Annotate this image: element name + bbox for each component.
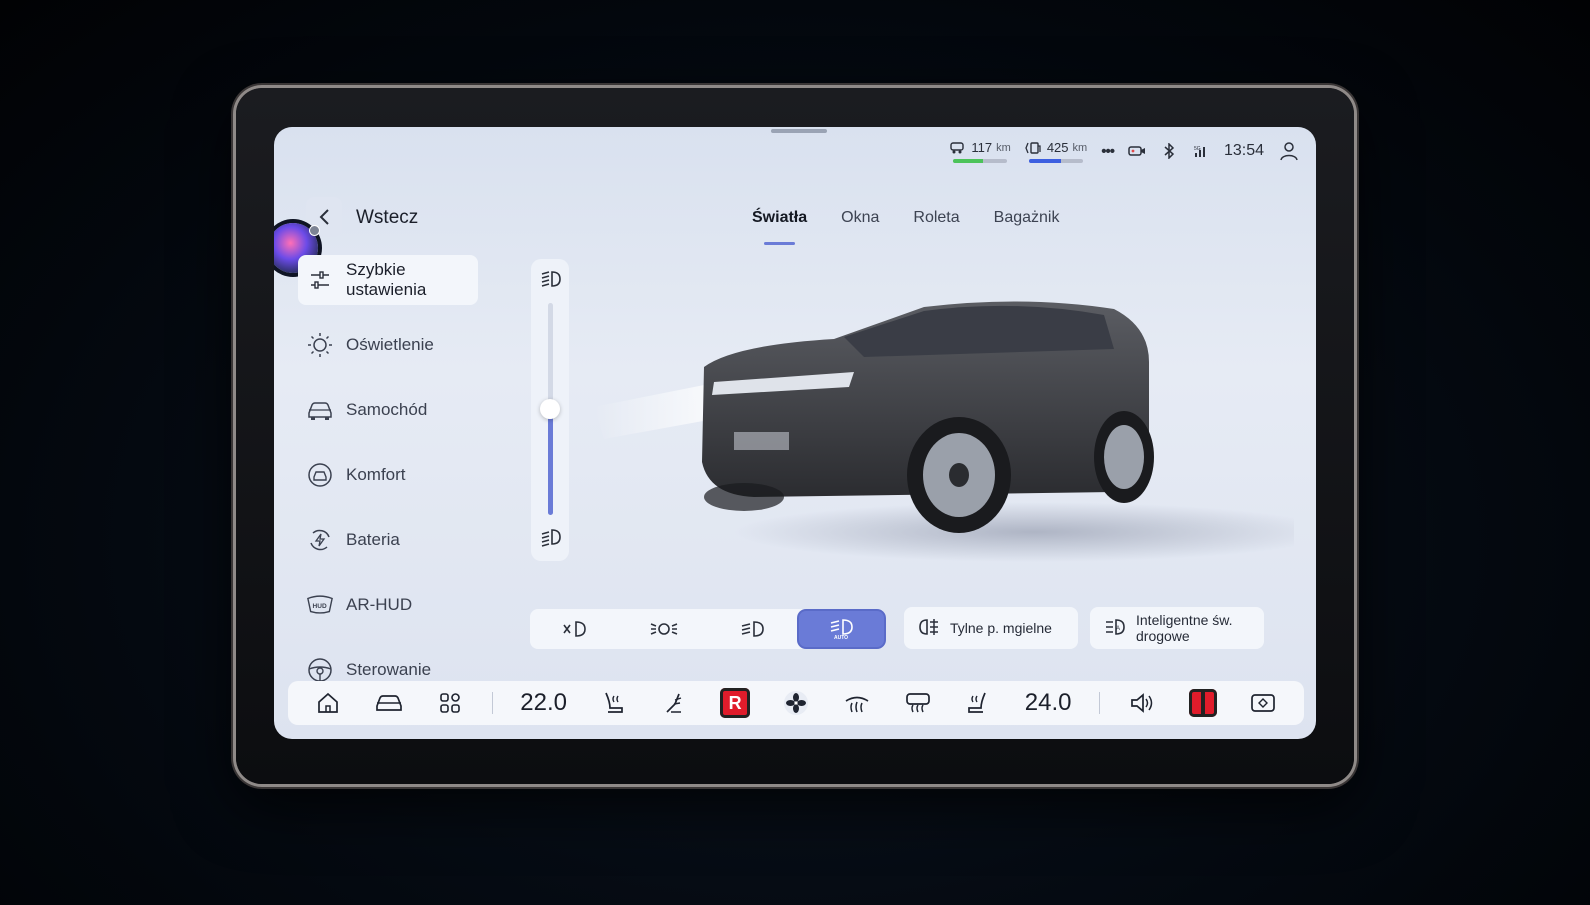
tab-lights[interactable]: Światła bbox=[752, 209, 807, 245]
passenger-temperature[interactable]: 24.0 bbox=[1020, 689, 1076, 717]
user-profile-icon[interactable] bbox=[1278, 140, 1300, 162]
seat-heat-left-icon[interactable] bbox=[594, 684, 632, 722]
bluetooth-icon[interactable] bbox=[1160, 143, 1178, 159]
light-mode-selector: AUTO bbox=[530, 609, 886, 649]
apps-grid-icon[interactable] bbox=[431, 684, 469, 722]
seat-heat-right-icon[interactable] bbox=[959, 684, 997, 722]
range1-value: 117 bbox=[971, 140, 993, 155]
hud-icon: HUD bbox=[306, 591, 334, 619]
home-icon[interactable] bbox=[309, 684, 347, 722]
rear-fog-label: Tylne p. mgielne bbox=[950, 620, 1052, 636]
sidebar-item-label: Samochód bbox=[346, 400, 428, 419]
dock-divider bbox=[491, 692, 493, 714]
position-lights-icon bbox=[650, 623, 677, 635]
battery-charge-icon bbox=[306, 526, 334, 554]
r-app-icon[interactable]: R bbox=[716, 684, 754, 722]
r-app-badge: R bbox=[720, 688, 751, 718]
sliders-icon bbox=[306, 266, 334, 294]
auto-lights-icon: AUTO bbox=[830, 619, 853, 640]
low-beam-button[interactable] bbox=[710, 611, 795, 647]
settings-sidebar: Szybkie ustawienia Oświetlenie Samochód K… bbox=[298, 255, 478, 710]
steering-wheel-icon bbox=[306, 656, 334, 684]
sidebar-item-label: Oświetlenie bbox=[346, 335, 434, 354]
car-icon bbox=[306, 396, 334, 424]
sidebar-item-label: AR-HUD bbox=[346, 595, 413, 614]
slider-fill bbox=[548, 409, 553, 515]
auto-lights-button[interactable]: AUTO bbox=[799, 611, 884, 647]
clock: 13:54 bbox=[1223, 142, 1264, 159]
range1-bar bbox=[953, 158, 983, 163]
rear-fog-toggle[interactable]: Tylne p. mgielne bbox=[904, 607, 1078, 649]
sidebar-item-ar-hud[interactable]: HUD AR-HUD bbox=[298, 580, 478, 630]
camera-view-icon[interactable] bbox=[1244, 684, 1282, 722]
status-bar: 117 km 425 km ••• 5G 13:54 bbox=[949, 137, 1300, 165]
range1-unit: km bbox=[996, 141, 1011, 154]
driver-temperature[interactable]: 22.0 bbox=[516, 689, 572, 717]
front-defrost-icon[interactable] bbox=[838, 684, 876, 722]
lights-off-icon bbox=[562, 621, 586, 637]
rear-fog-icon bbox=[918, 617, 940, 640]
smart-high-beam-icon: A bbox=[1104, 617, 1126, 640]
svg-text:HUD: HUD bbox=[313, 603, 327, 610]
slider-handle[interactable] bbox=[540, 399, 560, 419]
tab-sunshade[interactable]: Roleta bbox=[913, 209, 959, 237]
low-beam-icon bbox=[741, 621, 764, 637]
bottom-dock: 22.0 R 24.0 bbox=[288, 681, 1304, 725]
sidebar-item-battery[interactable]: Bateria bbox=[298, 515, 478, 565]
tab-windows[interactable]: Okna bbox=[841, 209, 879, 237]
sidebar-item-label: Komfort bbox=[346, 465, 406, 484]
rear-defrost-icon[interactable] bbox=[899, 684, 937, 722]
headlight-level-slider[interactable] bbox=[531, 259, 569, 561]
lights-off-button[interactable] bbox=[532, 611, 617, 647]
sidebar-item-comfort[interactable]: Komfort bbox=[298, 450, 478, 500]
tab-trunk[interactable]: Bagażnik bbox=[994, 209, 1060, 237]
dashcam-icon[interactable] bbox=[1128, 143, 1146, 159]
position-lights-button[interactable] bbox=[621, 611, 706, 647]
car-illustration bbox=[594, 287, 1316, 577]
back-label[interactable]: Wstecz bbox=[356, 207, 418, 229]
red-app-badge bbox=[1188, 689, 1217, 717]
slider-track[interactable] bbox=[540, 303, 560, 515]
more-icon[interactable]: ••• bbox=[1101, 143, 1115, 160]
infotainment-screen: 117 km 425 km ••• 5G 13:54 Wstecz Szybki… bbox=[274, 127, 1316, 739]
range-indicator-1: 117 km bbox=[949, 140, 1011, 163]
fan-icon[interactable] bbox=[777, 684, 815, 722]
car-range-icon bbox=[949, 140, 967, 156]
smart-high-beam-label: Inteligentne św. drogowe bbox=[1136, 612, 1233, 644]
sidebar-item-vehicle[interactable]: Samochód bbox=[298, 385, 478, 435]
range2-unit: km bbox=[1072, 141, 1088, 154]
range2-bar bbox=[1029, 158, 1062, 163]
sidebar-item-lighting[interactable]: Oświetlenie bbox=[298, 320, 478, 370]
vehicle-icon[interactable] bbox=[370, 684, 408, 722]
headlight-up-icon bbox=[540, 269, 562, 294]
sidebar-item-label: Bateria bbox=[346, 530, 400, 549]
svg-text:AUTO: AUTO bbox=[834, 635, 848, 640]
comfort-car-icon bbox=[306, 461, 334, 489]
svg-text:A: A bbox=[1116, 626, 1120, 632]
svg-text:5G: 5G bbox=[1194, 146, 1201, 152]
pull-down-handle[interactable] bbox=[771, 129, 827, 133]
fuel-range-icon bbox=[1025, 140, 1043, 156]
range2-value: 425 bbox=[1046, 140, 1069, 155]
red-app-icon[interactable] bbox=[1184, 684, 1222, 722]
signal-icon: 5G bbox=[1192, 143, 1210, 159]
sidebar-item-label: Sterowanie bbox=[346, 660, 432, 679]
chevron-left-icon bbox=[319, 209, 329, 225]
headlight-down-icon bbox=[540, 527, 562, 552]
smart-high-beam-toggle[interactable]: A Inteligentne św. drogowe bbox=[1090, 607, 1264, 649]
dock-divider bbox=[1098, 692, 1100, 714]
sidebar-item-label: Szybkie ustawienia bbox=[346, 260, 427, 299]
range-indicator-2: 425 km bbox=[1025, 140, 1087, 163]
seat-ventilation-icon[interactable] bbox=[655, 684, 693, 722]
volume-icon[interactable] bbox=[1123, 684, 1161, 722]
settings-tabs: Światła Okna Roleta Bagażnik bbox=[752, 209, 1060, 245]
sun-icon bbox=[306, 331, 334, 359]
sidebar-item-quick-settings[interactable]: Szybkie ustawienia bbox=[298, 255, 478, 305]
